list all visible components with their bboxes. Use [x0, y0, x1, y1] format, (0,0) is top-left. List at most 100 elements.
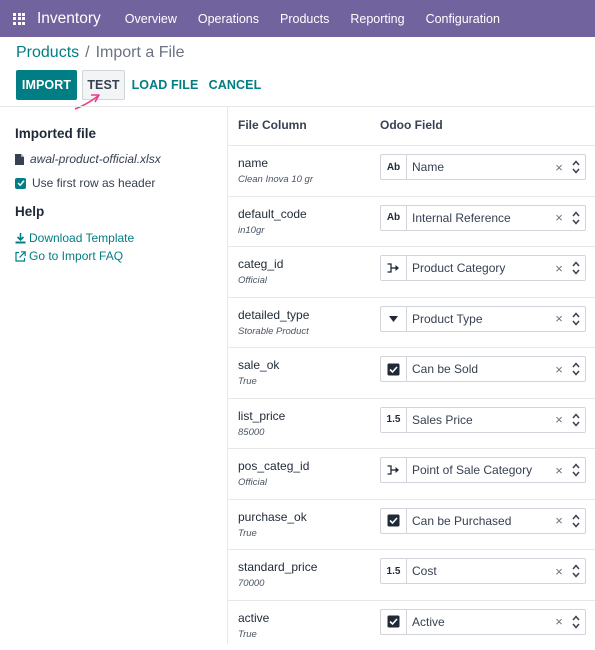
boolean-icon [387, 514, 400, 527]
table-row: default_code in10gr Ab Internal Referenc… [228, 196, 595, 247]
nav-operations[interactable]: Operations [198, 12, 259, 26]
odoo-field-header: Odoo Field [380, 118, 443, 132]
clear-icon[interactable]: × [551, 362, 567, 377]
select-arrows-icon[interactable] [567, 564, 585, 578]
odoo-field-value[interactable]: Product Type [407, 312, 551, 326]
file-column-header: File Column [238, 118, 307, 132]
field-type-badge: 1.5 [381, 408, 407, 432]
boolean-icon [387, 615, 400, 628]
table-row: standard_price 70000 1.5 Cost × [228, 549, 595, 600]
odoo-field-select[interactable]: 1.5 Cost × [380, 558, 586, 584]
select-arrows-icon[interactable] [567, 413, 585, 427]
select-arrows-icon[interactable] [567, 463, 585, 477]
load-file-button[interactable]: LOAD FILE [130, 70, 200, 100]
import-faq-label[interactable]: Go to Import FAQ [29, 249, 123, 263]
select-arrows-icon[interactable] [567, 362, 585, 376]
select-arrows-icon[interactable] [567, 160, 585, 174]
top-navbar: Inventory Overview Operations Products R… [0, 0, 595, 37]
odoo-field-value[interactable]: Name [407, 160, 551, 174]
external-link-icon [15, 251, 26, 262]
field-type-badge: Ab [381, 155, 407, 179]
select-arrows-icon[interactable] [567, 261, 585, 275]
select-arrows-icon[interactable] [567, 312, 585, 326]
clear-icon[interactable]: × [551, 513, 567, 528]
clear-icon[interactable]: × [551, 311, 567, 326]
field-type-badge: Ab [381, 206, 407, 230]
download-template-label[interactable]: Download Template [29, 231, 134, 245]
clear-icon[interactable]: × [551, 210, 567, 225]
table-row: detailed_type Storable Product Product T… [228, 297, 595, 348]
file-column-sample: Storable Product [238, 326, 309, 337]
odoo-field-select[interactable]: Product Category × [380, 255, 586, 281]
file-column-name: purchase_ok [238, 510, 307, 524]
breadcrumb: Products/Import a File [16, 44, 185, 62]
file-column-name: name [238, 156, 268, 170]
table-row: name Clean Inova 10 gr Ab Name × [228, 145, 595, 196]
header-option[interactable]: Use first row as header [15, 176, 155, 190]
download-template-link[interactable]: Download Template [15, 231, 134, 245]
odoo-field-select[interactable]: Ab Internal Reference × [380, 205, 586, 231]
nav-overview[interactable]: Overview [125, 12, 177, 26]
file-column-sample: 70000 [238, 578, 264, 589]
cancel-button[interactable]: CANCEL [205, 70, 265, 100]
table-row: categ_id Official Product Category × [228, 246, 595, 297]
app-name[interactable]: Inventory [37, 10, 101, 28]
odoo-field-select[interactable]: Active × [380, 609, 586, 635]
file-column-name: active [238, 611, 269, 625]
odoo-field-select[interactable]: Point of Sale Category × [380, 457, 586, 483]
first-row-header-label[interactable]: Use first row as header [32, 176, 155, 190]
breadcrumb-products-link[interactable]: Products [16, 44, 79, 61]
table-row: pos_categ_id Official Point of Sale Cate… [228, 448, 595, 499]
clear-icon[interactable]: × [551, 160, 567, 175]
download-icon [15, 233, 26, 244]
odoo-field-value[interactable]: Can be Sold [407, 362, 551, 376]
file-column-sample: True [238, 629, 257, 640]
file-name: awal-product-official.xlsx [30, 152, 161, 166]
file-column-name: detailed_type [238, 308, 309, 322]
clear-icon[interactable]: × [551, 564, 567, 579]
file-column-sample: True [238, 528, 257, 539]
import-faq-link[interactable]: Go to Import FAQ [15, 249, 123, 263]
field-type-badge [381, 307, 407, 331]
first-row-header-checkbox[interactable] [15, 178, 26, 189]
file-column-name: default_code [238, 207, 307, 221]
odoo-field-select[interactable]: Product Type × [380, 306, 586, 332]
clear-icon[interactable]: × [551, 261, 567, 276]
file-column-sample: Official [238, 275, 267, 286]
import-button[interactable]: IMPORT [16, 70, 77, 100]
file-column-sample: in10gr [238, 225, 264, 236]
field-type-badge [381, 357, 407, 381]
odoo-field-select[interactable]: Ab Name × [380, 154, 586, 180]
odoo-field-value[interactable]: Can be Purchased [407, 514, 551, 528]
nav-products[interactable]: Products [280, 12, 329, 26]
odoo-field-select[interactable]: Can be Sold × [380, 356, 586, 382]
odoo-field-select[interactable]: Can be Purchased × [380, 508, 586, 534]
nav-reporting[interactable]: Reporting [350, 12, 404, 26]
odoo-field-value[interactable]: Active [407, 615, 551, 629]
table-row: active True Active × [228, 600, 595, 650]
clear-icon[interactable]: × [551, 412, 567, 427]
file-column-name: standard_price [238, 560, 317, 574]
odoo-field-select[interactable]: 1.5 Sales Price × [380, 407, 586, 433]
table-row: purchase_ok True Can be Purchased × [228, 499, 595, 550]
file-icon [15, 154, 24, 165]
select-arrows-icon[interactable] [567, 211, 585, 225]
file-column-sample: 85000 [238, 427, 264, 438]
select-arrows-icon[interactable] [567, 615, 585, 629]
apps-menu-icon[interactable] [13, 13, 25, 25]
annotation-arrow-icon [72, 90, 102, 112]
nav-configuration[interactable]: Configuration [426, 12, 500, 26]
odoo-field-value[interactable]: Point of Sale Category [407, 463, 551, 477]
clear-icon[interactable]: × [551, 463, 567, 478]
breadcrumb-separator: / [85, 44, 89, 61]
boolean-icon [387, 363, 400, 376]
clear-icon[interactable]: × [551, 614, 567, 629]
help-heading: Help [15, 204, 44, 219]
odoo-field-value[interactable]: Sales Price [407, 413, 551, 427]
field-type-badge [381, 610, 407, 634]
odoo-field-value[interactable]: Internal Reference [407, 211, 551, 225]
text-type-icon: Ab [387, 162, 400, 173]
select-arrows-icon[interactable] [567, 514, 585, 528]
odoo-field-value[interactable]: Cost [407, 564, 551, 578]
odoo-field-value[interactable]: Product Category [407, 261, 551, 275]
